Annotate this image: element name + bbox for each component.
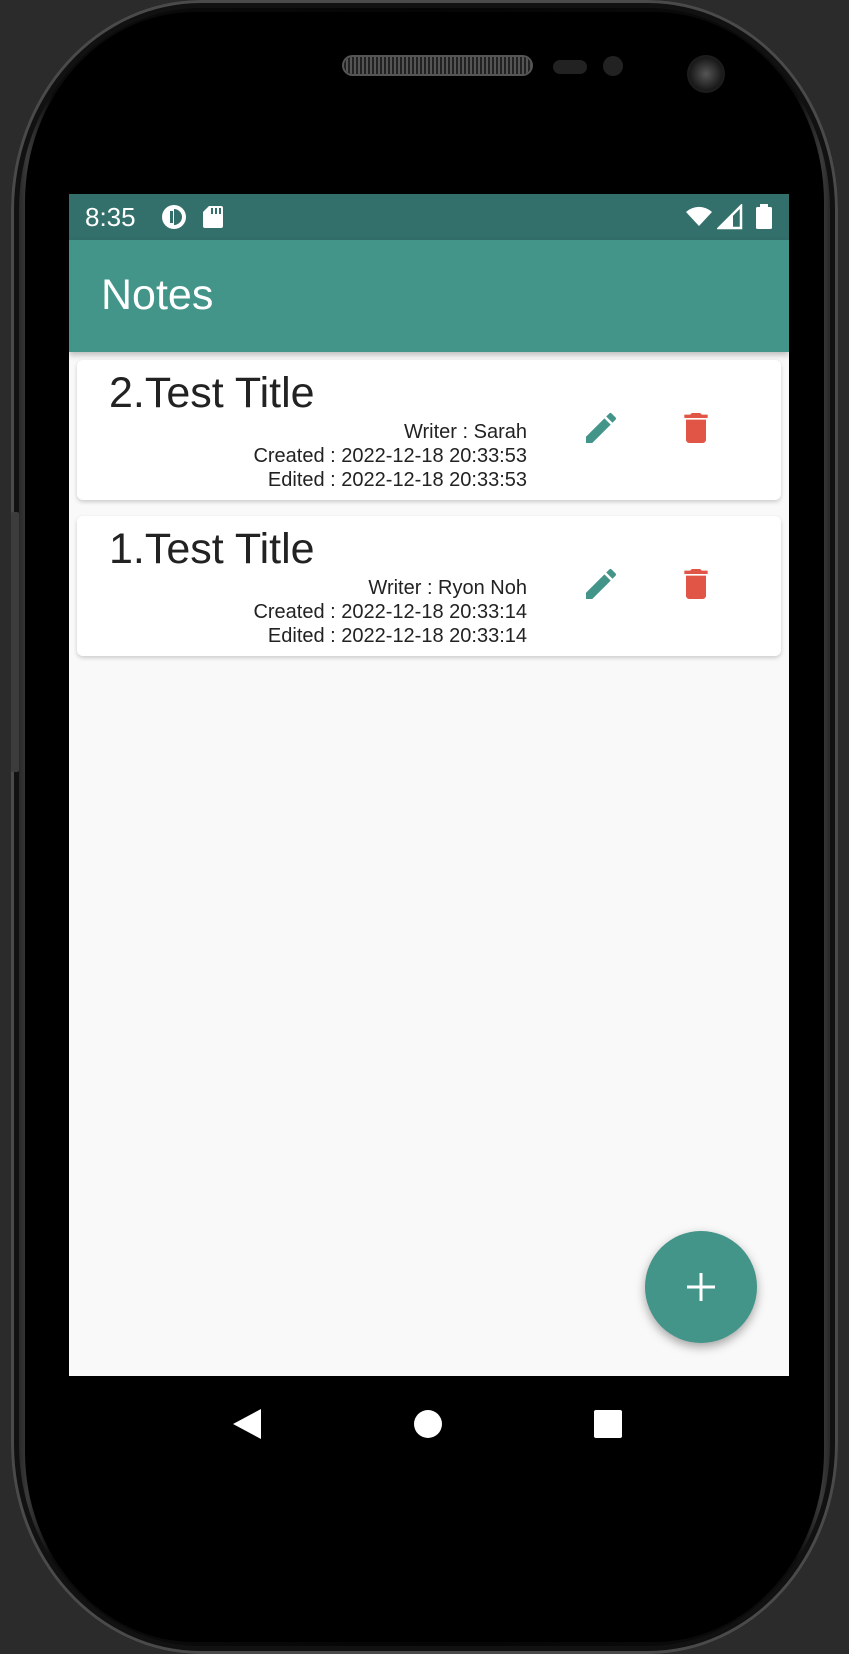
wifi-icon — [685, 204, 713, 230]
note-meta: Writer : Sarah Created : 2022-12-18 20:3… — [253, 420, 527, 492]
data-saver-icon — [161, 204, 187, 230]
pencil-icon — [586, 568, 617, 599]
note-writer: Writer : Sarah — [404, 421, 527, 443]
note-created: Created : 2022-12-18 20:33:53 — [253, 445, 527, 467]
plus-icon — [687, 1273, 715, 1301]
status-bar: 8:35 — [69, 194, 789, 240]
battery-icon — [755, 204, 773, 230]
earpiece-speaker — [344, 57, 531, 74]
note-edited: Edited : 2022-12-18 20:33:14 — [267, 625, 527, 647]
note-title: 1.Test Title — [109, 525, 315, 573]
edit-note-button[interactable] — [577, 404, 625, 452]
delete-note-button[interactable] — [672, 560, 720, 608]
app-bar: Notes — [69, 240, 789, 352]
recents-button[interactable] — [588, 1404, 628, 1444]
navigation-bar — [69, 1376, 789, 1471]
home-icon — [414, 1410, 442, 1438]
volume-button — [11, 512, 19, 772]
status-time: 8:35 — [85, 202, 136, 232]
app-screen: 8:35 Notes 2.Test Title Writer: Sarah C… — [69, 194, 789, 1471]
trash-icon — [684, 569, 708, 599]
sd-card-icon — [201, 204, 227, 230]
back-button[interactable] — [227, 1404, 267, 1444]
note-writer: Writer : Ryon Noh — [368, 577, 527, 599]
page-title: Notes — [101, 271, 214, 319]
recents-icon — [594, 1410, 622, 1438]
note-card[interactable]: 2.Test Title Writer : Sarah Created : 20… — [77, 360, 781, 500]
delete-note-button[interactable] — [672, 404, 720, 452]
light-sensor — [603, 56, 623, 76]
note-title: 2.Test Title — [109, 369, 315, 417]
add-note-button[interactable] — [645, 1231, 757, 1343]
back-icon — [233, 1409, 261, 1439]
proximity-sensor — [553, 60, 587, 74]
cell-signal-icon — [715, 202, 743, 230]
front-camera — [687, 55, 725, 93]
note-meta: Writer : Ryon Noh Created : 2022-12-18 2… — [253, 576, 527, 648]
note-edited: Edited : 2022-12-18 20:33:53 — [267, 469, 527, 491]
edit-note-button[interactable] — [577, 560, 625, 608]
note-created: Created : 2022-12-18 20:33:14 — [253, 601, 527, 623]
trash-icon — [684, 413, 708, 443]
note-card[interactable]: 1.Test Title Writer : Ryon Noh Created :… — [77, 516, 781, 656]
pencil-icon — [586, 412, 617, 443]
home-button[interactable] — [408, 1404, 448, 1444]
